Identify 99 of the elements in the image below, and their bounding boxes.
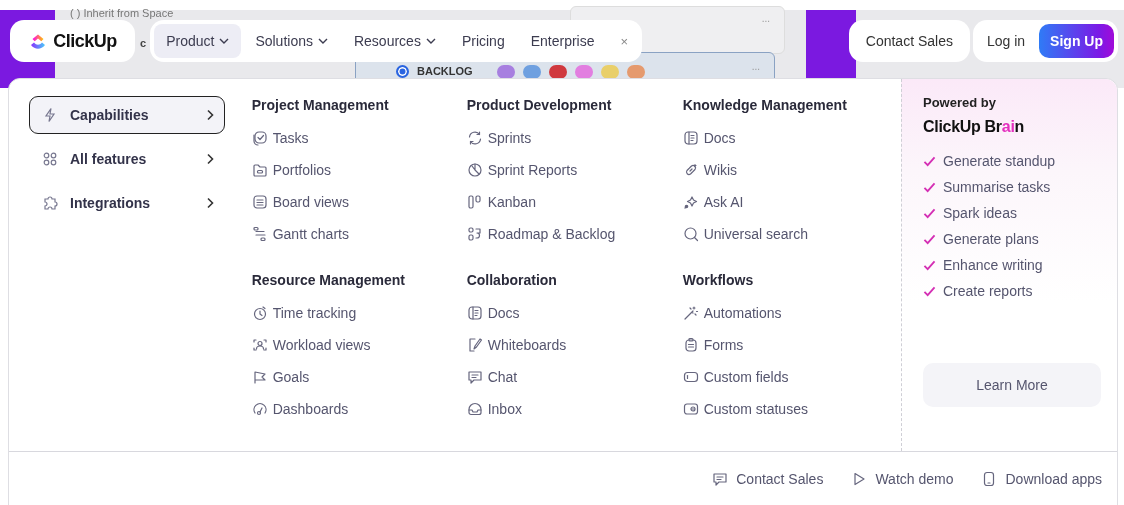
section-heading: Knowledge Management — [682, 97, 848, 115]
menu-link[interactable]: Gantt charts — [251, 218, 349, 250]
category-item[interactable]: Capabilities — [29, 96, 225, 134]
search-icon — [682, 226, 699, 242]
chevron-icon — [206, 153, 214, 165]
close-button[interactable]: × — [614, 33, 635, 49]
more-label: ... — [761, 13, 770, 24]
check-icon — [923, 207, 936, 219]
brain-logo: ClickUp Brain — [923, 118, 1025, 136]
flag-icon — [251, 369, 268, 385]
section-heading: Project Management — [251, 97, 390, 115]
section-heading: Collaboration — [466, 272, 558, 290]
magic-wand-icon — [682, 305, 699, 321]
menu-link[interactable]: Whiteboards — [466, 329, 567, 361]
check-icon — [923, 233, 936, 245]
backdrop-letter: c — [140, 37, 147, 49]
check-icon — [923, 155, 936, 167]
lightning-icon — [42, 107, 58, 123]
menu-link[interactable]: Chat — [466, 361, 518, 393]
roadmap-icon — [466, 226, 483, 242]
clipboard-icon — [682, 337, 699, 353]
menu-link[interactable]: Time tracking — [251, 297, 357, 329]
menu-link[interactable]: Forms — [682, 329, 744, 361]
section-heading: Product Development — [466, 97, 613, 115]
inherit-label: ( ) Inherit from Space — [70, 7, 174, 19]
sparkle-icon — [682, 194, 699, 210]
checkbox-icon — [251, 130, 268, 146]
status-icon — [682, 401, 699, 417]
menu-link[interactable]: Kanban — [466, 186, 536, 218]
menu-link[interactable]: Automations — [682, 297, 782, 329]
nav-menu-item[interactable]: Resources — [341, 24, 448, 58]
columns-icon — [466, 194, 483, 210]
menu-link[interactable]: Goals — [251, 361, 310, 393]
nav-menu-item[interactable]: Enterprise — [518, 24, 607, 58]
menu-link[interactable]: Portfolios — [251, 154, 332, 186]
footer-link[interactable]: Watch demo — [851, 471, 954, 487]
gantt-icon — [251, 226, 268, 242]
chat-icon — [466, 369, 483, 385]
menu-link[interactable]: Workload views — [251, 329, 371, 361]
gauge-icon — [251, 401, 268, 417]
menu-link[interactable]: Docs — [466, 297, 520, 329]
radio-icon — [396, 65, 409, 78]
list-icon — [251, 194, 268, 210]
footer-link[interactable]: Download apps — [981, 471, 1102, 487]
feature-label: Spark ideas — [943, 205, 1017, 221]
menu-link[interactable]: Board views — [251, 186, 349, 218]
folder-icon — [251, 162, 268, 178]
menu-link[interactable]: Wikis — [682, 154, 738, 186]
feature-label: Generate standup — [943, 153, 1056, 169]
caret-icon — [317, 38, 328, 44]
menu-link[interactable]: Universal search — [682, 218, 808, 250]
nav-menu-item[interactable]: Product — [154, 24, 242, 58]
grid-icon — [42, 151, 58, 167]
chat-icon — [712, 471, 729, 487]
clock-icon — [251, 305, 268, 321]
learn-more-button[interactable]: Learn More — [923, 363, 1101, 407]
menu-link[interactable]: Tasks — [251, 122, 309, 154]
document-icon — [466, 305, 483, 321]
status-label: BACKLOG — [417, 65, 473, 77]
caption: Powered by — [923, 95, 997, 110]
menu-link[interactable]: Docs — [682, 122, 736, 154]
menu-link[interactable]: Sprint Reports — [466, 154, 578, 186]
inbox-icon — [466, 401, 483, 417]
menu-link[interactable]: Roadmap & Backlog — [466, 218, 616, 250]
feature-label: Generate plans — [943, 231, 1039, 247]
section-heading: Workflows — [682, 272, 755, 290]
refresh-icon — [466, 130, 483, 146]
puzzle-icon — [42, 195, 58, 211]
category-item[interactable]: Integrations — [29, 184, 225, 222]
more-label: ... — [751, 61, 760, 72]
login-button[interactable]: Log in — [980, 33, 1032, 49]
check-icon — [923, 181, 936, 193]
menu-link[interactable]: Inbox — [466, 393, 522, 425]
nav-menu-item[interactable]: Solutions — [243, 24, 340, 58]
chevron-icon — [206, 197, 214, 209]
nav-menu-item[interactable]: Pricing — [449, 24, 517, 58]
pie-chart-icon — [466, 162, 483, 178]
feature-label: Create reports — [943, 283, 1033, 299]
feature-label: Enhance writing — [943, 257, 1043, 273]
people-icon — [251, 337, 268, 353]
caret-icon — [425, 38, 436, 44]
menu-link[interactable]: Ask AI — [682, 186, 744, 218]
feature-label: Summarise tasks — [943, 179, 1051, 195]
chevron-icon — [206, 109, 214, 121]
menu-link[interactable]: Dashboards — [251, 393, 349, 425]
document-icon — [682, 130, 699, 146]
check-icon — [923, 285, 936, 297]
menu-link[interactable]: Sprints — [466, 122, 532, 154]
check-icon — [923, 259, 936, 271]
pen-icon — [466, 337, 483, 353]
field-icon — [682, 369, 699, 385]
contact-sales-button[interactable]: Contact Sales — [848, 20, 970, 62]
signup-button[interactable]: Sign Up — [1039, 24, 1114, 58]
section-heading: Resource Management — [251, 272, 406, 290]
menu-link[interactable]: Custom fields — [682, 361, 789, 393]
footer-link[interactable]: Contact Sales — [712, 471, 824, 487]
caret-icon — [219, 38, 230, 44]
menu-link[interactable]: Custom statuses — [682, 393, 808, 425]
category-item[interactable]: All features — [29, 140, 225, 178]
